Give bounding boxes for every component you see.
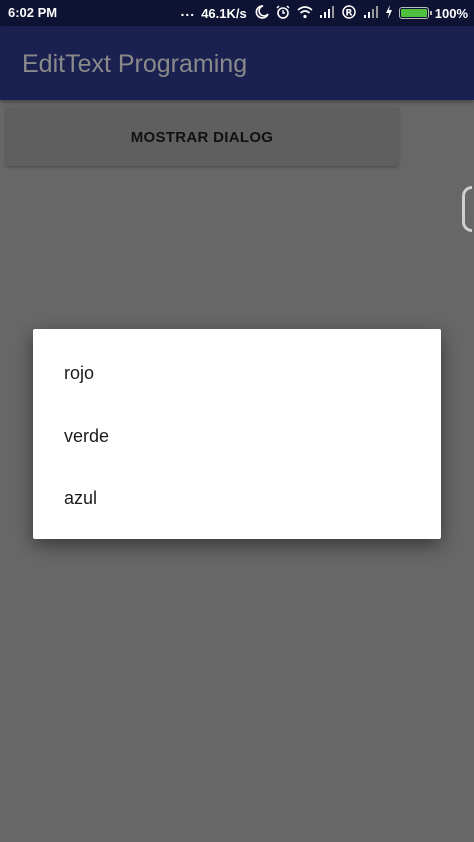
network-speed: 46.1K/s <box>201 5 247 21</box>
app-bar: EditText Programing <box>0 26 474 100</box>
status-bar: 6:02 PM ... 46.1K/s R 100% <box>0 0 474 26</box>
registered-icon: R <box>341 4 357 22</box>
battery-icon <box>398 7 432 19</box>
charging-icon <box>385 4 393 22</box>
list-dialog: rojo verde azul <box>33 329 441 539</box>
dialog-item-rojo[interactable]: rojo <box>64 363 94 384</box>
svg-text:R: R <box>345 8 352 18</box>
dialog-item-azul[interactable]: azul <box>64 488 97 509</box>
more-dots-icon: ... <box>180 3 196 19</box>
show-dialog-button[interactable]: MOSTRAR DIALOG <box>6 108 398 166</box>
signal-icon <box>319 5 335 22</box>
moon-icon <box>253 4 269 22</box>
app-title: EditText Programing <box>22 50 248 78</box>
dialog-item-verde[interactable]: verde <box>64 426 109 447</box>
alarm-icon <box>275 5 291 22</box>
status-time: 6:02 PM <box>8 5 58 20</box>
status-icons: ... 46.1K/s R 100% <box>180 3 468 22</box>
wifi-icon <box>297 5 313 22</box>
edge-handle-icon[interactable] <box>462 186 472 232</box>
signal-icon-2 <box>363 5 379 22</box>
battery-percent: 100% <box>434 5 468 21</box>
